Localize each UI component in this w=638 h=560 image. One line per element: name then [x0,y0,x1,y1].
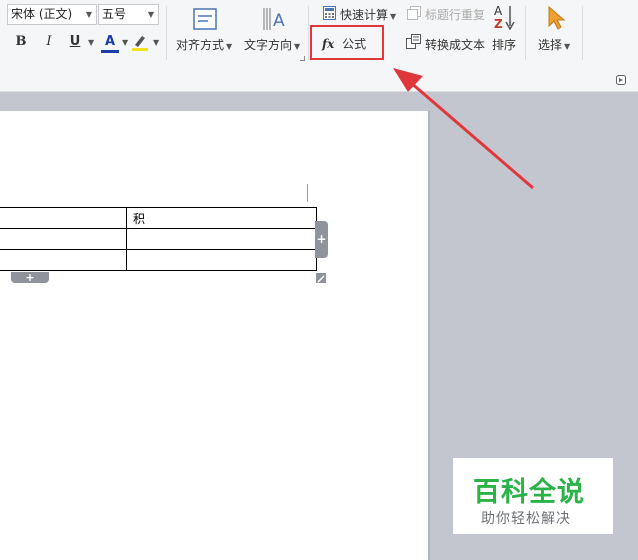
watermark-subtitle: 助你轻松解决 [481,511,571,527]
watermark-title: 百科全说 [473,477,585,508]
watermark-logo: 百科全说 助你轻松解决 [453,458,613,534]
